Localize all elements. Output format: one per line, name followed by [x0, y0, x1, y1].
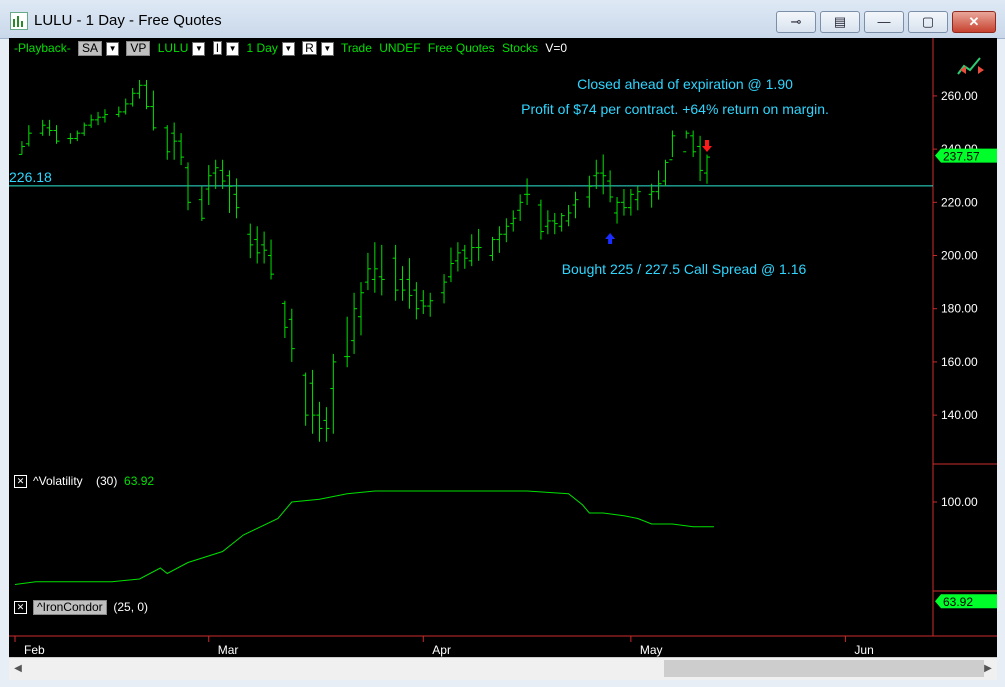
volatility-tick-label: 100.00 [941, 495, 978, 509]
volatility-params: (30) [96, 474, 118, 488]
price-tick-label: 260.00 [941, 89, 978, 103]
bought-annotation: Bought 225 / 227.5 Call Spread @ 1.16 [562, 261, 807, 277]
scroll-thumb[interactable] [664, 660, 984, 677]
volatility-value: 63.92 [124, 474, 155, 488]
ironcondor-legend: ✕ ^IronCondor (25, 0) [14, 600, 148, 615]
mode-label[interactable]: Trade [341, 41, 372, 55]
account-label[interactable]: UNDEF [379, 41, 420, 55]
r-button[interactable]: R [302, 41, 317, 55]
ironcondor-label[interactable]: ^IronCondor [33, 600, 107, 615]
scroll-right-icon[interactable]: ▶ [981, 660, 995, 677]
symbol-label[interactable]: LULU [158, 41, 189, 55]
version-label: V=0 [545, 41, 567, 55]
chart-toolbar: -Playback- SA ▼ VP LULU ▼ I ▼ 1 Day ▼ R ▼ Tra… [14, 41, 571, 57]
sell-arrow-icon [702, 140, 712, 152]
chart-trend-icon[interactable] [957, 57, 981, 75]
feed-label[interactable]: Free Quotes [428, 41, 495, 55]
price-tick-label: 180.00 [941, 302, 978, 316]
chart-arrow-right-icon [978, 66, 984, 74]
volatility-label[interactable]: ^Volatility [33, 474, 83, 488]
volatility-line [14, 490, 714, 585]
time-tick-label: Feb [24, 643, 45, 657]
time-tick-label: Mar [218, 643, 239, 657]
type-label[interactable]: Stocks [502, 41, 538, 55]
sa-dropdown-icon[interactable]: ▼ [106, 41, 120, 56]
last-price-tag-label: 237.57 [943, 150, 980, 164]
playback-label[interactable]: -Playback- [14, 41, 71, 55]
scroll-left-icon[interactable]: ◀ [11, 660, 25, 677]
buy-arrow-icon [605, 233, 616, 244]
time-tick-label: Apr [432, 643, 451, 657]
price-tick-label: 160.00 [941, 355, 978, 369]
i-dropdown-icon[interactable]: ▼ [226, 41, 240, 56]
volatility-tag-label: 63.92 [943, 595, 973, 609]
closed-annotation: Closed ahead of expiration @ 1.90 [577, 76, 793, 92]
profit-annotation: Profit of $74 per contract. +64% return … [521, 101, 829, 117]
interval-label[interactable]: 1 Day [246, 41, 277, 55]
price-tick-label: 200.00 [941, 249, 978, 263]
volatility-close-icon[interactable]: ✕ [14, 475, 27, 489]
sa-button[interactable]: SA [78, 41, 103, 56]
volatility-legend: ✕ ^Volatility (30) 63.92 [14, 474, 155, 489]
ironcondor-params: (25, 0) [113, 600, 149, 614]
price-tick-label: 140.00 [941, 408, 978, 422]
vp-button[interactable]: VP [126, 41, 151, 56]
r-dropdown-icon[interactable]: ▼ [320, 41, 334, 56]
ironcondor-close-icon[interactable]: ✕ [14, 601, 27, 615]
i-button[interactable]: I [212, 41, 223, 55]
time-tick-label: May [640, 643, 663, 657]
horizontal-scrollbar[interactable]: ◀ ▶ [9, 657, 997, 680]
price-tick-label: 220.00 [941, 195, 978, 209]
strike-hline-label: 226.18 [9, 169, 52, 185]
price-chart: 260.00240.00220.00200.00180.00160.00140.… [9, 38, 997, 657]
interval-dropdown-icon[interactable]: ▼ [281, 41, 295, 56]
symbol-dropdown-icon[interactable]: ▼ [192, 41, 206, 56]
time-tick-label: Jun [854, 643, 873, 657]
